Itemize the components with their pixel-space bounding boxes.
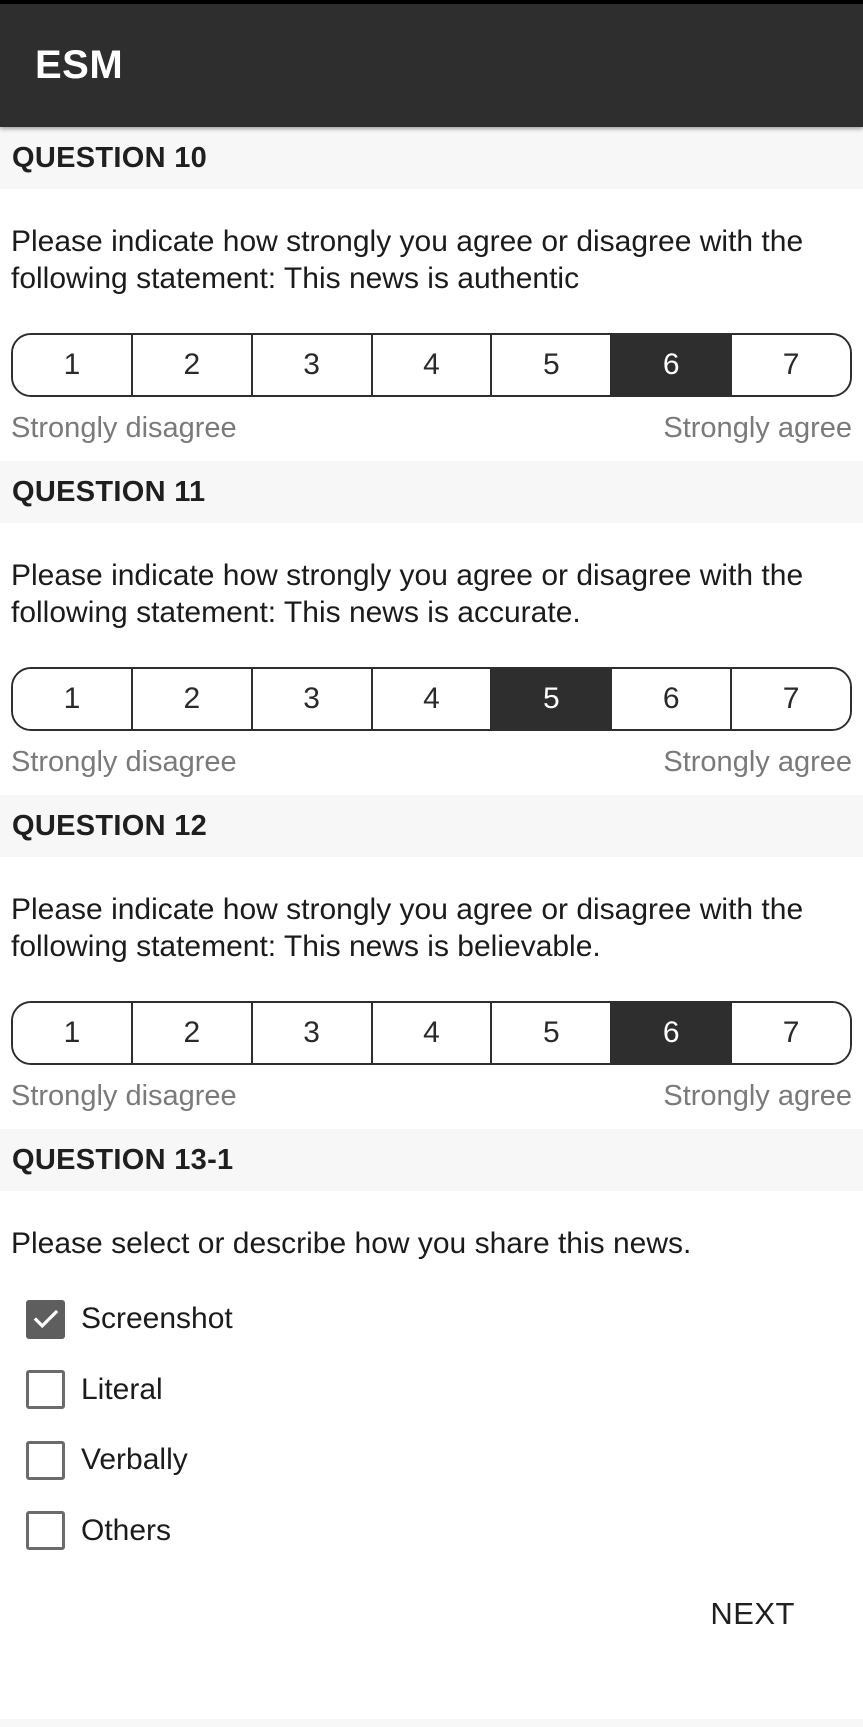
- scale-option-6[interactable]: 6: [612, 335, 733, 395]
- option-screenshot[interactable]: Screenshot: [11, 1284, 852, 1355]
- scale-option-5[interactable]: 5: [492, 669, 613, 729]
- question-body: Please indicate how strongly you agree o…: [0, 857, 863, 1129]
- checkbox-list: Screenshot Literal Verbally Others: [11, 1262, 852, 1566]
- scale-option-5[interactable]: 5: [492, 1003, 613, 1063]
- question-header: QUESTION 12: [0, 795, 863, 857]
- question-text: Please indicate how strongly you agree o…: [11, 559, 804, 629]
- question-11: QUESTION 11 Please indicate how strongly…: [0, 461, 863, 795]
- question-10: QUESTION 10 Please indicate how strongly…: [0, 127, 863, 461]
- option-label: Others: [81, 1513, 172, 1547]
- bottom-strip: [0, 1719, 863, 1727]
- scale-option-4[interactable]: 4: [372, 1003, 493, 1063]
- scale-option-7[interactable]: 7: [732, 335, 850, 395]
- question-body: Please indicate how strongly you agree o…: [0, 523, 863, 795]
- likert-scale: 1 2 3 4 5 6 7: [11, 667, 852, 731]
- scale-option-4[interactable]: 4: [372, 669, 493, 729]
- question-12: QUESTION 12 Please indicate how strongly…: [0, 795, 863, 1129]
- scale-option-3[interactable]: 3: [252, 669, 373, 729]
- scale-option-6[interactable]: 6: [612, 669, 733, 729]
- scale-min-label: Strongly disagree: [11, 412, 237, 444]
- question-13-1: QUESTION 13-1 Please select or describe …: [0, 1129, 863, 1566]
- next-button[interactable]: NEXT: [710, 1596, 795, 1632]
- scale-labels: Strongly disagree Strongly agree: [11, 1065, 852, 1129]
- question-header: QUESTION 10: [0, 127, 863, 189]
- form-footer: NEXT: [0, 1566, 863, 1719]
- question-body: Please select or describe how you share …: [0, 1191, 863, 1566]
- checkbox[interactable]: [26, 1370, 65, 1410]
- question-header: QUESTION 11: [0, 461, 863, 523]
- scale-option-1[interactable]: 1: [13, 335, 133, 395]
- option-others[interactable]: Others: [11, 1496, 852, 1567]
- option-label: Literal: [81, 1372, 163, 1406]
- scale-option-1[interactable]: 1: [13, 1003, 133, 1063]
- scale-max-label: Strongly agree: [663, 1080, 852, 1112]
- likert-scale: 1 2 3 4 5 6 7: [11, 333, 852, 397]
- scale-option-2[interactable]: 2: [132, 669, 253, 729]
- checkbox[interactable]: [26, 1511, 65, 1551]
- question-text: Please indicate how strongly you agree o…: [11, 893, 804, 963]
- likert-scale: 1 2 3 4 5 6 7: [11, 1001, 852, 1065]
- checkbox[interactable]: [26, 1299, 65, 1339]
- scale-option-6[interactable]: 6: [612, 1003, 733, 1063]
- scale-option-5[interactable]: 5: [492, 335, 613, 395]
- question-header: QUESTION 13-1: [0, 1129, 863, 1191]
- question-text: Please select or describe how you share …: [11, 1227, 692, 1260]
- scale-option-3[interactable]: 3: [252, 335, 373, 395]
- scale-option-2[interactable]: 2: [132, 1003, 253, 1063]
- scale-labels: Strongly disagree Strongly agree: [11, 731, 852, 795]
- scale-option-3[interactable]: 3: [252, 1003, 373, 1063]
- scale-option-1[interactable]: 1: [13, 669, 133, 729]
- scale-option-2[interactable]: 2: [132, 335, 253, 395]
- scale-option-7[interactable]: 7: [732, 669, 850, 729]
- scale-min-label: Strongly disagree: [11, 1080, 237, 1112]
- app-title: ESM: [35, 43, 124, 87]
- checkbox[interactable]: [26, 1440, 65, 1480]
- question-text: Please indicate how strongly you agree o…: [11, 225, 804, 295]
- survey-form: QUESTION 10 Please indicate how strongly…: [0, 127, 863, 1727]
- option-label: Verbally: [81, 1443, 188, 1477]
- scale-option-7[interactable]: 7: [732, 1003, 850, 1063]
- question-body: Please indicate how strongly you agree o…: [0, 189, 863, 461]
- scale-min-label: Strongly disagree: [11, 746, 237, 778]
- scale-max-label: Strongly agree: [663, 746, 852, 778]
- scale-max-label: Strongly agree: [663, 412, 852, 444]
- option-literal[interactable]: Literal: [11, 1355, 852, 1426]
- checkmark-icon: [33, 1310, 58, 1329]
- option-verbally[interactable]: Verbally: [11, 1425, 852, 1496]
- option-label: Screenshot: [81, 1302, 233, 1336]
- app-bar: ESM: [0, 4, 863, 127]
- scale-option-4[interactable]: 4: [372, 335, 493, 395]
- scale-labels: Strongly disagree Strongly agree: [11, 397, 852, 461]
